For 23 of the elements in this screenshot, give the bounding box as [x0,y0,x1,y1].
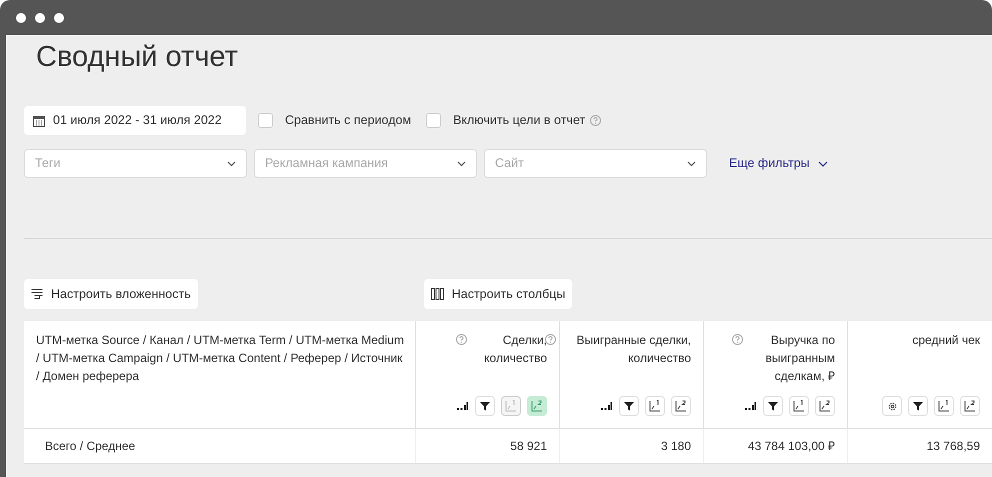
table-cell-text: 58 921 [510,438,547,455]
table-cell-text: Всего / Среднее [45,438,136,455]
table-cell-text: 43 784 103,00 ₽ [748,438,835,455]
column-header[interactable]: Выручка по выигранным сделкам, ₽ [703,321,847,428]
column-title: Сделки, количество [483,332,547,367]
column-header[interactable]: средний чек [847,321,992,428]
columns-settings-button[interactable]: Настроить столбцы [424,279,572,309]
checkbox-label: Включить цели в отчет [453,112,586,130]
column-header[interactable]: UTM-метка Source / Канал / UTM-метка Term / UTM-метка Medium / UTM-метка Campaign / UTM-метка Content / Реферер / Источник / Домен реферера [24,321,415,428]
table-cell-text: 3 180 [660,438,691,455]
table-cell-text: 13 768,59 [926,438,980,455]
column-title: Выигранные сделки, количество [575,332,691,367]
date-range-picker[interactable]: 01 июля 2022 - 31 июля 2022 [24,106,246,135]
column-header[interactable]: Сделки, количество [415,321,559,428]
nesting-settings-button[interactable]: Настроить вложенность [24,279,198,309]
column-title: средний чек [912,332,980,349]
more-filters-link[interactable]: Еще фильтры [729,154,828,173]
page-title: Сводный отчет [36,40,238,74]
date-range-text: 01 июля 2022 - 31 июля 2022 [53,112,222,130]
checkbox-label: Сравнить с периодом [285,112,412,130]
column-title: UTM-метка Source / Канал / UTM-метка Term / UTM-метка Medium / UTM-метка Campaign / UTM-метка Content / Реферер / Источник / Домен реферера [36,332,405,385]
column-header[interactable]: Выигранные сделки, количество [559,321,703,428]
column-title: Выручка по выигранным сделкам, ₽ [764,332,835,385]
